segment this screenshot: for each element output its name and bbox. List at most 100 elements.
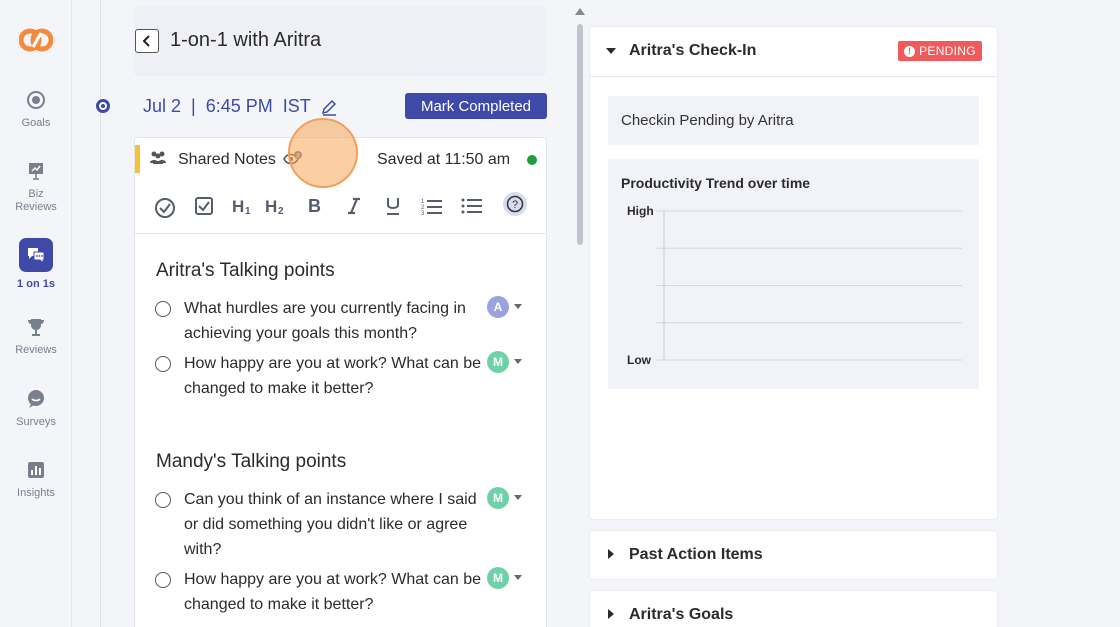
page-title: 1-on-1 with Aritra bbox=[170, 29, 322, 51]
underline-button[interactable] bbox=[381, 194, 405, 218]
meeting-datetime: Jul 2 | 6:45 PM IST bbox=[143, 96, 311, 116]
svg-text:H: H bbox=[265, 197, 277, 216]
talking-point-item: How happy are you at work? What can be c… bbox=[155, 351, 535, 401]
bullet-list-icon bbox=[461, 198, 482, 214]
section-title-mandy: Mandy's Talking points bbox=[156, 451, 347, 472]
avatar[interactable]: M bbox=[487, 487, 509, 509]
section-title-aritra: Aritra's Talking points bbox=[156, 260, 335, 281]
scrollbar-thumb[interactable] bbox=[577, 24, 583, 245]
talking-point-text[interactable]: How happy are you at work? What can be c… bbox=[184, 351, 484, 401]
past-action-items-title[interactable]: Past Action Items bbox=[629, 546, 763, 564]
goals-title[interactable]: Aritra's Goals bbox=[629, 606, 733, 624]
shared-notes-label: Shared Notes bbox=[178, 151, 276, 168]
chart-y-tick-label: Low bbox=[627, 353, 652, 367]
saved-indicator bbox=[527, 155, 537, 165]
talking-point-checkbox[interactable] bbox=[155, 572, 171, 588]
talking-point-checkbox[interactable] bbox=[155, 356, 171, 372]
target-icon bbox=[27, 91, 45, 109]
underline-icon bbox=[387, 198, 399, 215]
question-icon: ? bbox=[506, 195, 524, 213]
svg-text:1: 1 bbox=[245, 206, 251, 216]
nav-label-reviews: Reviews bbox=[15, 344, 57, 356]
nav-item-reviews[interactable]: Reviews bbox=[0, 316, 72, 357]
timeline-line bbox=[100, 0, 101, 627]
nav-item-goals[interactable]: Goals bbox=[0, 89, 72, 130]
talking-point-item: Can you think of an instance where I sai… bbox=[155, 487, 535, 562]
nav-label-1-on-1s: 1 on 1s bbox=[17, 278, 55, 290]
survey-bubble-icon bbox=[28, 390, 44, 408]
chevron-down-icon[interactable] bbox=[514, 575, 522, 580]
productivity-chart-plot: High Low bbox=[627, 204, 962, 367]
talking-point-item: What hurdles are you currently facing in… bbox=[155, 296, 535, 346]
talking-point-text[interactable]: How happy are you at work? What can be c… bbox=[184, 567, 484, 617]
checkbox-icon bbox=[195, 197, 213, 215]
check-circle-icon bbox=[155, 198, 175, 218]
checkin-header-divider bbox=[589, 76, 998, 77]
bar-chart-icon bbox=[28, 462, 44, 478]
svg-text:3: 3 bbox=[421, 211, 425, 216]
notes-accent-bar bbox=[135, 145, 140, 173]
nav-label-goals: Goals bbox=[21, 117, 51, 129]
heading1-icon: H1 bbox=[232, 197, 251, 216]
alert-icon: ! bbox=[904, 45, 916, 57]
chart-y-tick-label: High bbox=[627, 204, 654, 218]
expand-caret-icon[interactable] bbox=[608, 609, 614, 619]
back-button[interactable] bbox=[135, 29, 159, 53]
bold-button[interactable]: B bbox=[303, 194, 327, 218]
toolbar-divider bbox=[135, 233, 546, 234]
heading1-button[interactable]: H1 bbox=[231, 194, 255, 218]
collapse-caret-icon[interactable] bbox=[606, 48, 616, 54]
nav-label-surveys: Surveys bbox=[16, 416, 56, 428]
nav-item-surveys[interactable]: Surveys bbox=[0, 388, 72, 429]
status-badge-label: PENDING bbox=[919, 44, 976, 58]
status-badge: ! PENDING bbox=[898, 41, 982, 61]
chevron-down-icon[interactable] bbox=[514, 495, 522, 500]
nav-label-biz-reviews: Biz Reviews bbox=[15, 188, 57, 213]
expand-caret-icon[interactable] bbox=[608, 549, 614, 559]
ordered-list-icon: 123 bbox=[421, 199, 442, 216]
ordered-list-button[interactable]: 123 bbox=[420, 194, 444, 218]
heading2-icon: H2 bbox=[265, 197, 284, 216]
check-circle-button[interactable] bbox=[153, 196, 177, 220]
avatar[interactable]: M bbox=[487, 567, 509, 589]
mark-completed-button[interactable]: Mark Completed bbox=[405, 93, 547, 119]
pending-message: Checkin Pending by Aritra bbox=[621, 112, 794, 129]
presentation-icon bbox=[29, 163, 43, 180]
chevron-left-icon bbox=[142, 35, 150, 47]
talking-point-checkbox[interactable] bbox=[155, 492, 171, 508]
svg-text:?: ? bbox=[512, 199, 518, 211]
talking-point-item: How happy are you at work? What can be c… bbox=[155, 567, 535, 617]
saved-status: Saved at 11:50 am bbox=[377, 151, 511, 168]
checkin-title[interactable]: Aritra's Check-In bbox=[629, 42, 756, 60]
app-logo-icon[interactable] bbox=[19, 25, 53, 55]
click-highlight bbox=[288, 118, 358, 188]
talking-point-text[interactable]: Can you think of an instance where I sai… bbox=[184, 487, 486, 562]
chevron-down-icon[interactable] bbox=[514, 304, 522, 309]
talking-point-text[interactable]: What hurdles are you currently facing in… bbox=[184, 296, 484, 346]
editor-toolbar: H1 H2 B 123 ? bbox=[135, 190, 546, 222]
italic-button[interactable] bbox=[342, 194, 366, 218]
nav-item-insights[interactable]: Insights bbox=[0, 459, 72, 500]
chart-title: Productivity Trend over time bbox=[621, 175, 811, 191]
help-button[interactable]: ? bbox=[503, 192, 527, 216]
chat-bubbles-icon bbox=[28, 248, 45, 264]
chevron-down-icon[interactable] bbox=[514, 359, 522, 364]
nav-item-biz-reviews[interactable]: Biz Reviews bbox=[0, 160, 72, 214]
people-icon bbox=[150, 151, 166, 164]
italic-icon bbox=[348, 197, 360, 215]
edit-pencil-icon[interactable] bbox=[320, 98, 338, 116]
scroll-up-icon[interactable] bbox=[575, 8, 585, 15]
nav-item-1-on-1s[interactable]: 1 on 1s bbox=[0, 238, 72, 291]
bold-icon: B bbox=[308, 196, 321, 216]
nav-active-tile bbox=[19, 238, 53, 272]
talking-point-checkbox[interactable] bbox=[155, 301, 171, 317]
avatar[interactable]: A bbox=[487, 296, 509, 318]
trophy-icon bbox=[28, 319, 44, 336]
heading2-button[interactable]: H2 bbox=[264, 194, 288, 218]
svg-text:B: B bbox=[308, 196, 321, 216]
checkbox-button[interactable] bbox=[192, 194, 216, 218]
svg-text:2: 2 bbox=[278, 206, 284, 216]
bullet-list-button[interactable] bbox=[460, 194, 484, 218]
avatar[interactable]: M bbox=[487, 351, 509, 373]
left-nav-rail: Goals Biz Reviews 1 on 1s Reviews Survey… bbox=[0, 0, 72, 627]
